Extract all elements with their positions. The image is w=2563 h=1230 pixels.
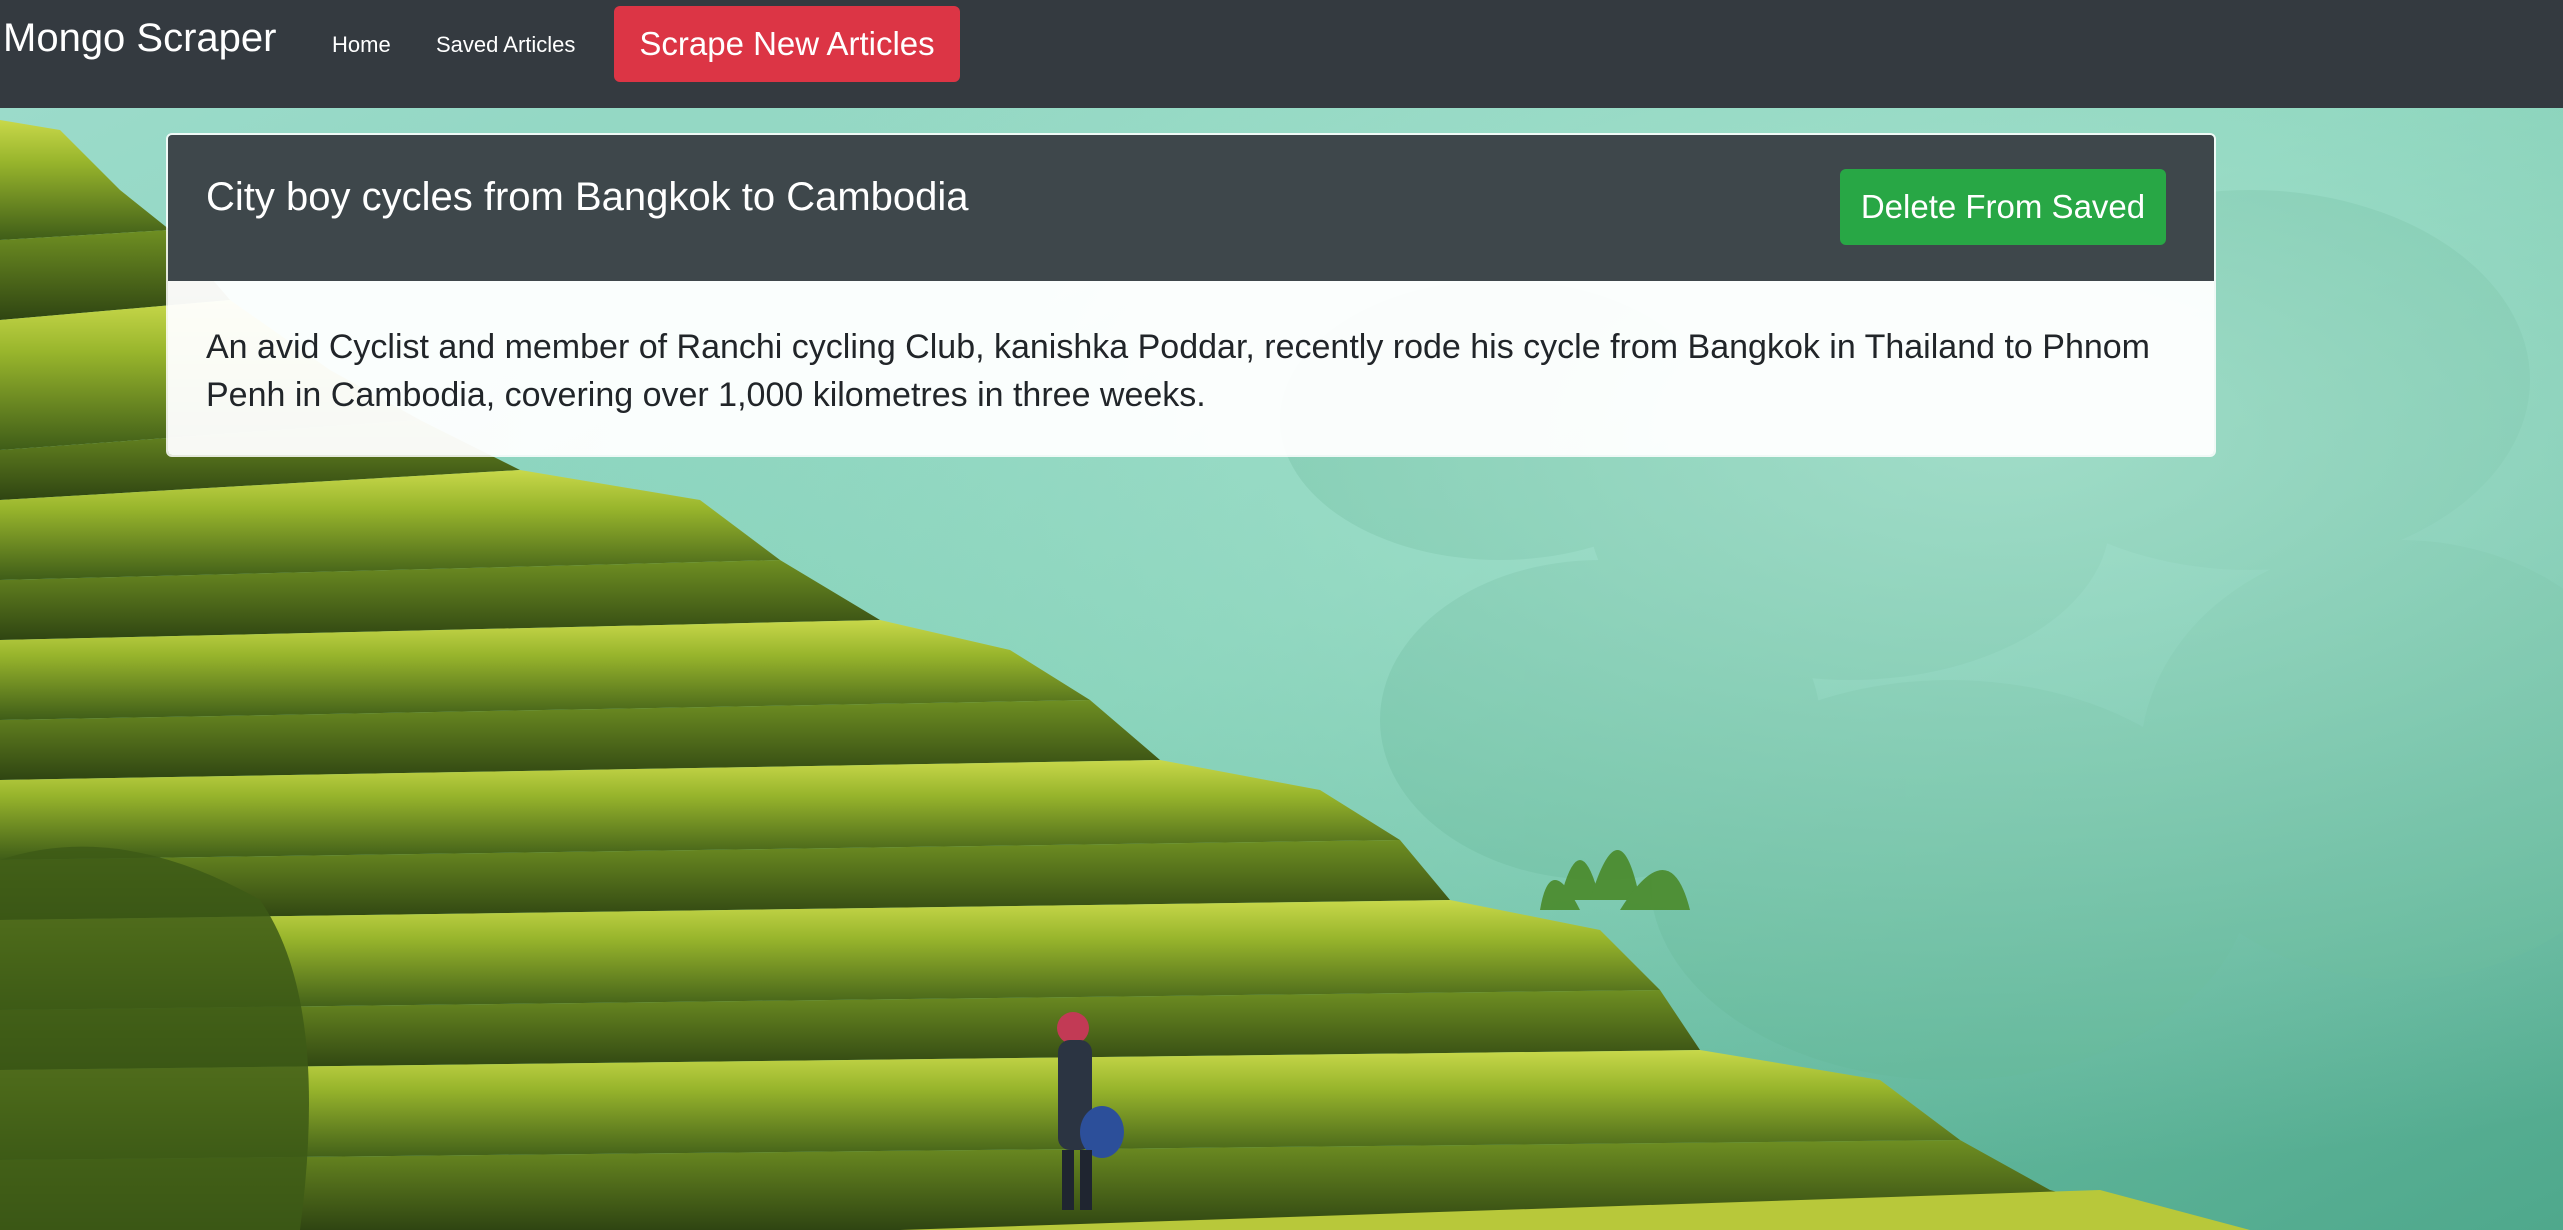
- delete-from-saved-button[interactable]: Delete From Saved: [1840, 169, 2166, 245]
- article-card: City boy cycles from Bangkok to Cambodia…: [166, 133, 2216, 457]
- brand-link[interactable]: Mongo Scraper: [3, 12, 276, 64]
- nav-link-saved-articles[interactable]: Saved Articles: [436, 30, 575, 60]
- article-card-header: City boy cycles from Bangkok to Cambodia…: [168, 135, 2214, 281]
- article-summary: An avid Cyclist and member of Ranchi cyc…: [206, 328, 2150, 414]
- scrape-new-articles-button[interactable]: Scrape New Articles: [614, 6, 960, 82]
- nav-link-home[interactable]: Home: [332, 30, 391, 60]
- navbar: Mongo Scraper Home Saved Articles Scrape…: [0, 0, 2563, 108]
- article-card-body: An avid Cyclist and member of Ranchi cyc…: [168, 281, 2214, 455]
- article-title[interactable]: City boy cycles from Bangkok to Cambodia: [206, 173, 969, 221]
